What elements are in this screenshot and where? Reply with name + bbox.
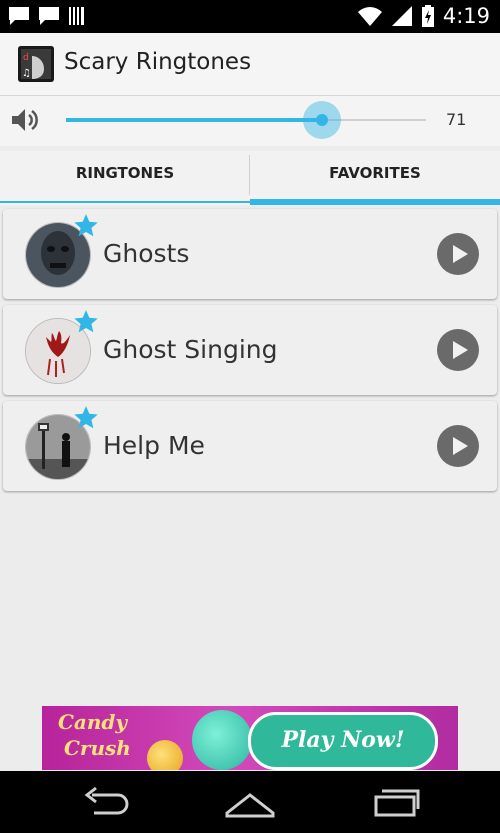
svg-text:♫: ♫ — [22, 68, 31, 79]
chat-notification-icon — [39, 7, 59, 25]
ad-banner[interactable]: Candy Crush Play Now! — [42, 706, 458, 770]
svg-text:d: d — [23, 53, 29, 63]
play-button[interactable] — [437, 329, 479, 371]
ad-brand-line2: Crush — [64, 736, 131, 760]
tab-ringtones-indicator — [0, 201, 250, 203]
recent-apps-icon[interactable] — [370, 785, 424, 819]
tab-favorites[interactable]: FAVORITES — [250, 151, 500, 205]
action-bar: d ♫ Scary Ringtones — [0, 33, 500, 96]
wifi-icon — [357, 7, 382, 26]
candy-image — [192, 710, 252, 770]
volume-slider-thumb[interactable] — [302, 101, 341, 139]
play-button[interactable] — [437, 233, 479, 275]
ad-play-now-button[interactable]: Play Now! — [248, 712, 438, 770]
tab-ringtones[interactable]: RINGTONES — [0, 151, 250, 205]
chat-notification-icon — [9, 7, 29, 25]
favorite-star-icon[interactable] — [73, 405, 99, 431]
ringtone-title: Ghosts — [103, 239, 190, 268]
barcode-icon — [69, 7, 84, 25]
speaker-icon[interactable] — [10, 106, 42, 134]
tab-ringtones-label: RINGTONES — [75, 164, 175, 182]
ringtone-title: Ghost Singing — [103, 335, 278, 364]
list-item-ghosts[interactable]: Ghosts — [3, 209, 497, 299]
clock: 4:19 — [442, 4, 490, 28]
list-item-help-me[interactable]: Help Me — [3, 401, 497, 491]
ad-brand-line1: Candy — [58, 710, 128, 734]
volume-value: 71 — [446, 110, 467, 129]
volume-bar: 71 — [0, 96, 500, 146]
app-logo-icon[interactable]: d ♫ — [18, 46, 54, 82]
battery-charging-icon — [421, 5, 434, 27]
signal-icon — [391, 6, 412, 26]
candy-image — [147, 740, 183, 770]
tab-favorites-label: FAVORITES — [329, 164, 421, 182]
list-item-ghost-singing[interactable]: Ghost Singing — [3, 305, 497, 395]
tab-bar: RINGTONES FAVORITES — [0, 151, 500, 205]
play-button[interactable] — [437, 425, 479, 467]
app-title: Scary Ringtones — [64, 49, 252, 75]
back-icon[interactable] — [78, 785, 132, 819]
volume-slider[interactable] — [66, 101, 426, 139]
tab-favorites-indicator — [250, 199, 500, 205]
favorite-star-icon[interactable] — [73, 309, 99, 335]
ringtone-list: Ghosts Ghost Singing Help Me — [0, 206, 500, 497]
navigation-bar — [0, 771, 500, 833]
volume-slider-fill — [66, 118, 322, 122]
ringtone-title: Help Me — [103, 431, 205, 460]
status-bar: 4:19 — [0, 0, 500, 33]
favorite-star-icon[interactable] — [73, 213, 99, 239]
home-icon[interactable] — [223, 785, 277, 819]
